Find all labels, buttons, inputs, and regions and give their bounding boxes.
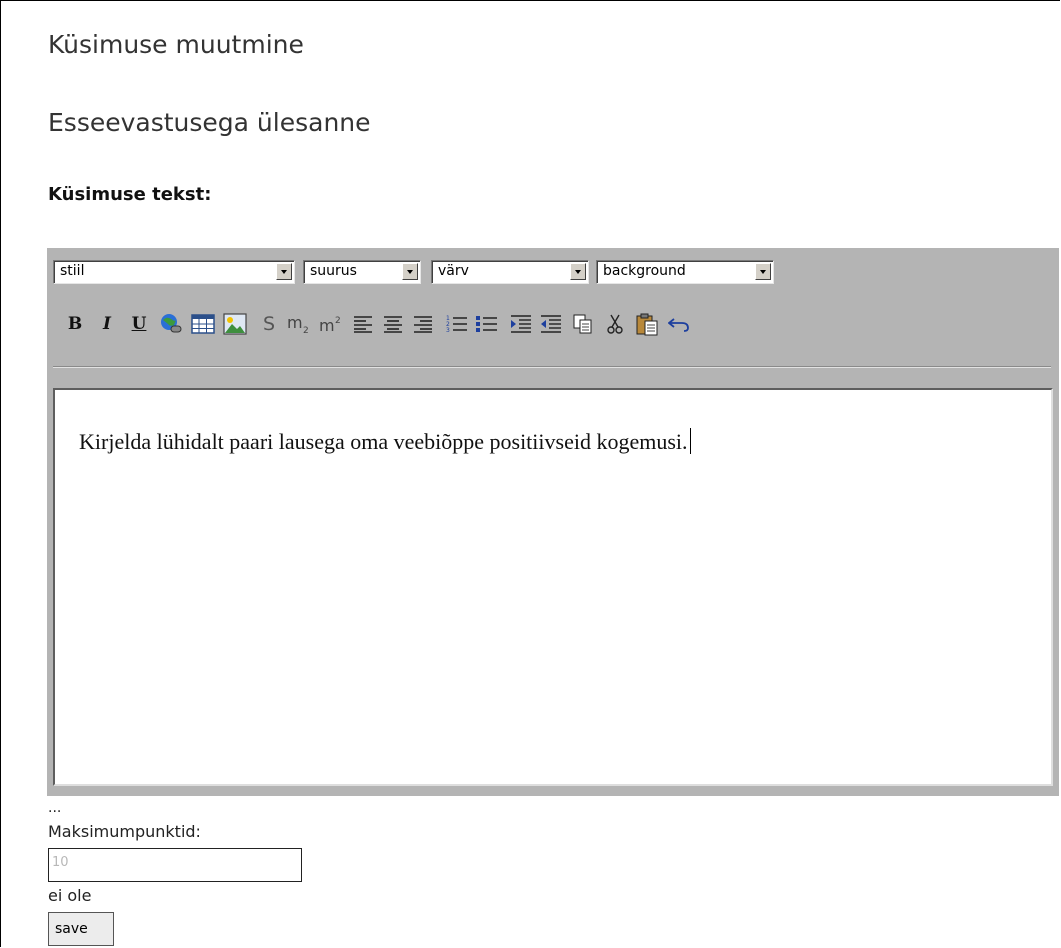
chevron-down-icon [402,263,418,280]
indent-icon [511,315,531,333]
insert-link-button[interactable] [157,310,185,338]
italic-button[interactable]: I [93,310,121,338]
question-text: Kirjelda lühidalt paari lausega oma veeb… [79,429,688,454]
subscript-icon: m 2 [287,313,309,335]
outdent-icon [541,315,561,333]
style-select[interactable]: stiil [53,260,295,284]
underline-icon: U [131,314,147,334]
editor-content-text: Kirjelda lühidalt paari lausega oma veeb… [79,428,691,455]
align-right-button[interactable] [409,310,437,338]
subscript-button[interactable]: m 2 [285,310,313,338]
page-title: Küsimuse muutmine [48,30,304,59]
align-center-button[interactable] [379,310,407,338]
link-icon [161,314,182,333]
size-select-value: suurus [310,263,357,279]
rich-text-editor: stiil suurus värv background B I U S m 2… [47,248,1059,796]
insert-image-button[interactable] [221,310,249,338]
question-text-label: Küsimuse tekst: [48,184,212,205]
strikethrough-button[interactable]: S [255,310,283,338]
chevron-down-icon [755,263,771,280]
question-type-title: Esseevastusega ülesanne [48,108,371,137]
table-icon [191,314,215,334]
cut-icon [607,314,623,334]
size-select[interactable]: suurus [303,260,421,284]
ordered-list-button[interactable]: 123 [443,310,471,338]
style-select-value: stiil [60,263,85,279]
superscript-button[interactable]: m 2 [317,310,345,338]
image-icon [223,313,247,335]
editor-toolbar-buttons: B I U S m 2 m 2 1 2 3 [61,310,1021,340]
strikethrough-icon: S [262,313,276,335]
bold-button[interactable]: B [61,310,89,338]
max-points-label: Maksimumpunktid: [48,822,201,841]
copy-icon [573,314,592,334]
cut-button[interactable] [601,310,629,338]
chevron-down-icon [276,263,292,280]
color-select-value: värv [438,263,469,279]
editor-content-area[interactable]: Kirjelda lühidalt paari lausega oma veeb… [53,388,1053,786]
color-select[interactable]: värv [431,260,589,284]
status-text: ei ole [48,886,92,905]
copy-button[interactable] [569,310,597,338]
underline-button[interactable]: U [125,310,153,338]
chevron-down-icon [570,263,586,280]
ellipsis-text: ... [48,800,62,816]
svg-text:3: 3 [446,327,450,334]
background-select[interactable]: background [596,260,774,284]
align-left-icon [354,316,372,333]
background-select-value: background [603,263,686,279]
max-points-value: 10 [52,855,69,870]
unordered-list-button[interactable] [473,310,501,338]
ordered-list-icon: 123 [446,315,467,334]
bold-icon: B [67,314,83,334]
max-points-input[interactable]: 10 [48,848,302,882]
italic-icon: I [103,314,111,334]
insert-table-button[interactable] [189,310,217,338]
svg-text:m: m [319,316,335,335]
unordered-list-icon [476,316,497,332]
svg-text:2: 2 [303,326,309,335]
align-center-icon [384,316,402,333]
svg-text:2: 2 [335,316,341,326]
align-left-button[interactable] [349,310,377,338]
outdent-button[interactable] [537,310,565,338]
paste-icon [636,313,658,336]
superscript-icon: m 2 [319,316,341,335]
undo-icon [668,318,689,332]
paste-button[interactable] [633,310,661,338]
svg-text:m: m [287,313,303,332]
save-button[interactable]: save [48,912,114,946]
align-right-icon [414,316,432,333]
undo-button[interactable] [665,310,693,338]
indent-button[interactable] [507,310,535,338]
toolbar-divider [53,366,1051,368]
text-caret [689,428,691,454]
